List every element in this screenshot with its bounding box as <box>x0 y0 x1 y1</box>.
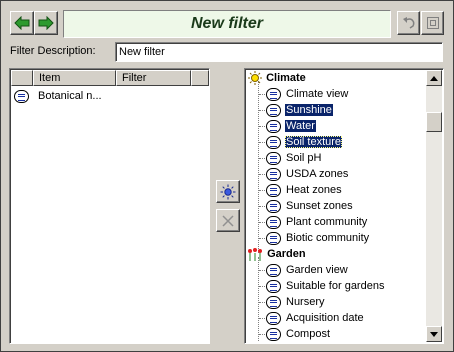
tree-category-label: Garden <box>267 248 306 260</box>
list-icon <box>266 87 281 101</box>
list-icon <box>266 311 281 325</box>
list-icon <box>266 135 281 149</box>
add-filter-button[interactable] <box>216 180 240 203</box>
list-icon <box>266 199 281 213</box>
list-icon <box>266 103 281 117</box>
tree-item-soil-ph[interactable]: Soil pH <box>259 150 322 166</box>
tree-item-compost[interactable]: Compost <box>259 326 331 342</box>
left-arrow-icon <box>14 16 30 30</box>
undo-icon <box>402 17 414 29</box>
filter-list[interactable]: Item Filter Botanical n... <box>9 68 210 344</box>
x-remove-icon <box>222 214 234 227</box>
tree-item-heat-zones[interactable]: Heat zones <box>259 182 343 198</box>
tree-item-sunshine[interactable]: Sunshine <box>259 102 333 118</box>
tree-item-soil-texture[interactable]: Soil texture <box>259 134 343 150</box>
list-icon <box>266 327 281 341</box>
list-icon <box>266 263 281 277</box>
stop-icon <box>426 17 439 29</box>
tree-item-garden-view[interactable]: Garden view <box>259 262 349 278</box>
list-item-label: Botanical n... <box>38 90 102 102</box>
stop-button[interactable] <box>421 11 444 35</box>
column-header-spacer <box>191 70 209 86</box>
tree-item-climate-view[interactable]: Climate view <box>259 86 349 102</box>
scroll-thumb[interactable] <box>426 112 442 132</box>
list-icon <box>14 89 29 103</box>
tree-item-acquisition-date[interactable]: Acquisition date <box>259 310 365 326</box>
tree-item-biotic-community[interactable]: Biotic community <box>259 230 370 246</box>
list-icon <box>266 119 281 133</box>
tree-category-climate[interactable]: Climate <box>248 70 307 86</box>
list-icon <box>266 231 281 245</box>
tree-item-sunset-zones[interactable]: Sunset zones <box>259 198 354 214</box>
list-icon <box>266 167 281 181</box>
forward-button[interactable] <box>34 11 58 35</box>
column-header-icon[interactable] <box>11 70 33 86</box>
field-tree[interactable]: Climate Climate view Sunshine Water Soil… <box>244 68 444 344</box>
flowers-icon <box>248 248 262 262</box>
tree-item-nursery[interactable]: Nursery <box>259 294 326 310</box>
scroll-down-arrow[interactable] <box>426 326 442 342</box>
remove-filter-button[interactable] <box>216 209 240 232</box>
tree-category-garden[interactable]: Garden <box>247 246 307 262</box>
list-icon <box>266 215 281 229</box>
tree-category-label: Climate <box>266 72 306 84</box>
scroll-up-arrow[interactable] <box>426 70 442 86</box>
sun-icon <box>248 71 262 86</box>
tree-item-suitable-for-gardens[interactable]: Suitable for gardens <box>259 278 385 294</box>
right-arrow-icon <box>38 16 54 30</box>
column-header-item[interactable]: Item <box>33 70 116 86</box>
list-item[interactable]: Botanical n... <box>14 88 102 105</box>
list-icon <box>266 151 281 165</box>
list-icon <box>266 183 281 197</box>
description-input[interactable] <box>115 42 443 62</box>
down-triangle-icon <box>430 331 438 337</box>
sun-add-icon <box>220 184 236 199</box>
back-button[interactable] <box>10 11 34 35</box>
up-triangle-icon <box>430 75 438 81</box>
filter-window: New filter Filter Description: Item Filt… <box>0 0 454 352</box>
tree-item-plant-community[interactable]: Plant community <box>259 214 368 230</box>
description-label: Filter Description: <box>10 45 96 57</box>
tree-scrollbar[interactable] <box>426 70 442 342</box>
list-icon <box>266 295 281 309</box>
tree-item-usda-zones[interactable]: USDA zones <box>259 166 349 182</box>
column-header-filter[interactable]: Filter <box>116 70 191 86</box>
undo-button[interactable] <box>397 11 420 35</box>
list-icon <box>266 279 281 293</box>
tree-item-water[interactable]: Water <box>259 118 316 134</box>
filter-title: New filter <box>63 10 391 38</box>
